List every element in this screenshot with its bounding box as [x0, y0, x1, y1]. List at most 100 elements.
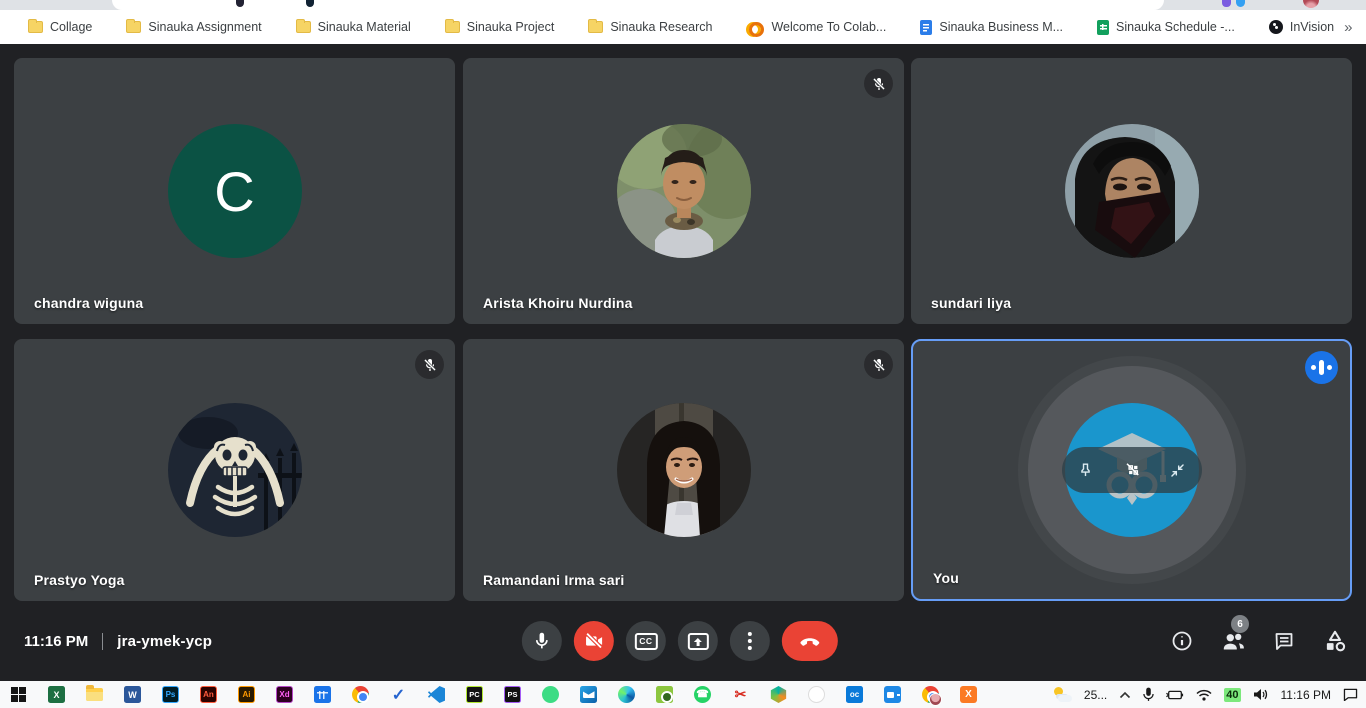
bookmark-sinauka-project[interactable]: Sinauka Project — [445, 20, 555, 34]
volume-icon[interactable] — [1253, 688, 1269, 701]
pin-tile-button[interactable] — [1074, 458, 1098, 482]
chat-button[interactable] — [1271, 628, 1297, 654]
camera-app-icon[interactable] — [656, 686, 673, 703]
mail-icon[interactable] — [580, 686, 597, 703]
microphone-button[interactable] — [522, 621, 562, 661]
camtasia-icon[interactable]: oc — [846, 686, 863, 703]
calendar-icon[interactable] — [314, 686, 331, 703]
meeting-code: jra-ymek-ycp — [117, 633, 212, 650]
bookmark-sinauka-schedule[interactable]: Sinauka Schedule -... — [1097, 20, 1235, 35]
bookmarks-overflow-chevron[interactable]: » — [1334, 19, 1362, 36]
action-center-icon[interactable] — [1343, 688, 1358, 701]
wifi-icon[interactable] — [1196, 689, 1212, 701]
bookmark-sinauka-assignment[interactable]: Sinauka Assignment — [126, 20, 261, 34]
chrome-icon[interactable] — [352, 686, 369, 703]
windows-taskbar: X W Ps An Ai Xd ✓ PC PS ☎ ✂ oc X 25... — [0, 681, 1366, 708]
colab-icon — [746, 22, 764, 32]
edge-icon[interactable] — [618, 686, 635, 703]
icon-glyph: Ai — [243, 690, 251, 699]
todo-check-icon[interactable]: ✓ — [390, 686, 407, 703]
activities-button[interactable] — [1322, 628, 1348, 654]
meeting-details-button[interactable] — [1169, 628, 1195, 654]
battery-plug-icon[interactable] — [1166, 689, 1184, 701]
bookmark-welcome-to-colab[interactable]: Welcome To Colab... — [746, 20, 886, 34]
hexagon-app-icon[interactable] — [770, 686, 787, 703]
icon-glyph: ✓ — [392, 685, 405, 705]
video-call-app-icon[interactable] — [884, 686, 901, 703]
leave-call-button[interactable] — [782, 621, 838, 661]
participant-tile-arista[interactable]: Arista Khoiru Nurdina — [463, 58, 904, 324]
icon-glyph: Ps — [166, 690, 176, 699]
whatsapp-icon[interactable]: ☎ — [694, 686, 711, 703]
hidden-icons-chevron[interactable] — [1119, 691, 1131, 699]
coreldraw-icon[interactable]: ✂ — [732, 686, 749, 703]
icon-glyph: PC — [469, 690, 479, 699]
excel-icon[interactable]: X — [48, 686, 65, 703]
participant-tile-chandra-wiguna[interactable]: C chandra wiguna — [14, 58, 455, 324]
weather-temperature[interactable]: 25... — [1084, 688, 1107, 702]
remove-tile-button[interactable] — [1120, 458, 1144, 482]
folder-icon — [28, 21, 43, 33]
bookmarks-bar: Collage Sinauka Assignment Sinauka Mater… — [0, 10, 1366, 44]
camera-off-button[interactable] — [574, 621, 614, 661]
present-icon — [687, 633, 708, 650]
present-screen-button[interactable] — [678, 621, 718, 661]
word-icon[interactable]: W — [124, 686, 141, 703]
icon-glyph: ✂ — [735, 686, 747, 703]
avatar-photo — [1065, 124, 1199, 258]
avatar-initial: C — [214, 159, 254, 224]
avatar: C — [168, 124, 302, 258]
bookmark-label: Sinauka Schedule -... — [1116, 20, 1235, 34]
participant-tile-sundari[interactable]: sundari liya — [911, 58, 1352, 324]
illustrator-icon[interactable]: Ai — [238, 686, 255, 703]
participant-tile-prastyo[interactable]: Prastyo Yoga — [14, 339, 455, 601]
bookmark-label: Sinauka Material — [318, 20, 411, 34]
folder-icon — [296, 21, 311, 33]
icon-glyph: W — [128, 690, 137, 700]
file-explorer-icon[interactable] — [86, 686, 103, 703]
taskbar-clock[interactable]: 11:16 PM — [1281, 688, 1331, 702]
captions-button[interactable]: CC — [626, 621, 666, 661]
audio-speaking-indicator — [1305, 351, 1338, 384]
vscode-icon[interactable] — [428, 686, 445, 703]
bookmark-sinauka-business[interactable]: Sinauka Business M... — [920, 20, 1063, 35]
bookmark-label: InVision — [1290, 20, 1334, 34]
captions-label: CC — [634, 633, 657, 650]
participant-tile-ramandani[interactable]: Ramandani Irma sari — [463, 339, 904, 601]
android-studio-icon[interactable] — [542, 686, 559, 703]
bookmark-sinauka-material[interactable]: Sinauka Material — [296, 20, 411, 34]
icon-glyph: oc — [850, 690, 859, 699]
weather-icon[interactable] — [1052, 687, 1072, 702]
chrome-profile-icon[interactable] — [922, 686, 939, 703]
tray-microphone-icon[interactable] — [1143, 687, 1154, 702]
clock-text: 11:16 PM — [24, 633, 88, 650]
xampp-icon[interactable]: X — [960, 686, 977, 703]
extension-icon-partial — [1236, 0, 1245, 7]
phpstorm-icon[interactable]: PS — [504, 686, 521, 703]
icon-glyph: X — [965, 689, 972, 700]
battery-percent-badge[interactable]: 40 — [1224, 688, 1240, 702]
windows-start-icon[interactable] — [10, 686, 27, 703]
participants-button[interactable]: 6 — [1220, 628, 1246, 654]
minimize-tile-button[interactable] — [1166, 458, 1190, 482]
pycharm-icon[interactable]: PC — [466, 686, 483, 703]
icon-glyph: PS — [507, 690, 517, 699]
icon-glyph: X — [53, 690, 59, 700]
photoshop-icon[interactable]: Ps — [162, 686, 179, 703]
participant-name: sundari liya — [931, 295, 1011, 311]
bookmark-sinauka-research[interactable]: Sinauka Research — [588, 20, 712, 34]
slack-icon[interactable] — [808, 686, 825, 703]
participant-tile-you[interactable]: You — [911, 339, 1352, 601]
more-options-button[interactable] — [730, 621, 770, 661]
meet-bottom-bar: 11:16 PM jra-ymek-ycp — [0, 601, 1366, 681]
bookmark-label: Sinauka Assignment — [148, 20, 261, 34]
muted-mic-indicator — [864, 350, 893, 379]
divider — [102, 633, 103, 650]
participant-name: chandra wiguna — [34, 295, 143, 311]
muted-mic-indicator — [415, 350, 444, 379]
bookmark-invision[interactable]: InVision — [1269, 20, 1334, 34]
animate-icon[interactable]: An — [200, 686, 217, 703]
bookmark-collage[interactable]: Collage — [28, 20, 92, 34]
address-bar-partial[interactable] — [112, 0, 1164, 10]
xd-icon[interactable]: Xd — [276, 686, 293, 703]
